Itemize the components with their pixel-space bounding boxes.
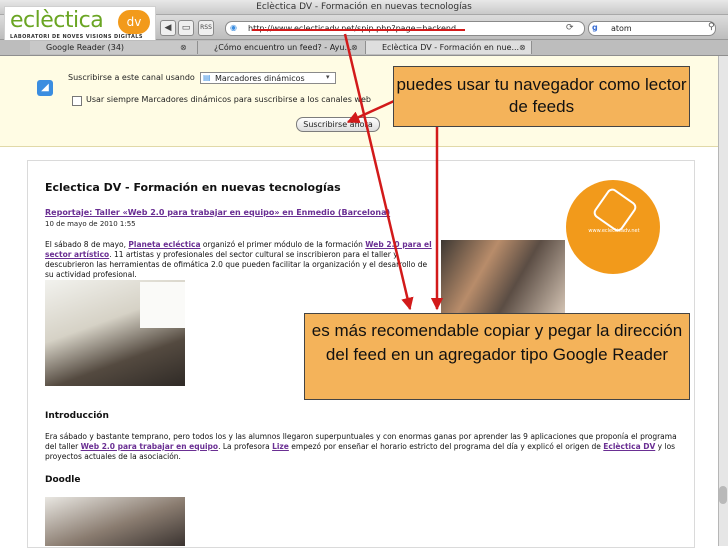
callout-google-reader: es más recomendable copiar y pegar la di…: [304, 313, 690, 400]
callout-browser-reader: puedes usar tu navegador como lector de …: [393, 66, 690, 127]
